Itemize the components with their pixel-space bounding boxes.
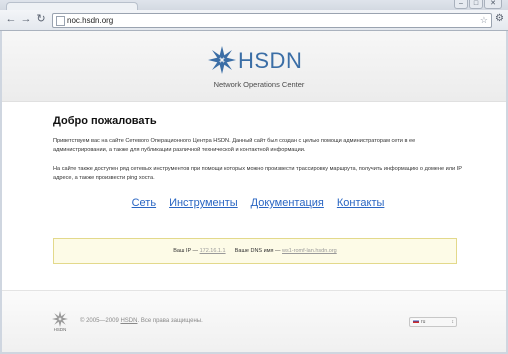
close-button[interactable]: ✕ bbox=[484, 0, 502, 9]
main-nav: Сеть Инструменты Документация Контакты bbox=[53, 197, 463, 209]
select-arrow-icon: ↕ bbox=[451, 319, 455, 325]
forward-arrow-icon[interactable]: → bbox=[19, 12, 33, 26]
copyright-org-link[interactable]: HSDN bbox=[120, 318, 137, 324]
window-controls: – □ ✕ bbox=[453, 0, 502, 9]
language-select[interactable]: ru ↕ bbox=[409, 317, 457, 327]
maximize-button[interactable]: □ bbox=[469, 0, 483, 9]
nav-link-contacts[interactable]: Контакты bbox=[337, 197, 385, 209]
page-title: Добро пожаловать bbox=[53, 115, 157, 127]
address-url[interactable]: noc.hsdn.org bbox=[67, 14, 113, 27]
nav-link-docs[interactable]: Документация bbox=[251, 197, 324, 209]
ip-label: Ваш IP — bbox=[173, 248, 199, 254]
site-tagline: Network Operations Center bbox=[213, 80, 305, 89]
wrench-menu-icon[interactable]: ⚙ bbox=[494, 12, 505, 26]
copyright-text: . Все права защищены. bbox=[137, 318, 203, 324]
site-logo[interactable]: HSDN Network Operations Center bbox=[208, 44, 308, 100]
address-bar[interactable]: noc.hsdn.org ☆ bbox=[52, 13, 492, 28]
brand-name: HSDN bbox=[238, 48, 303, 73]
page-viewport: HSDN Network Operations Center Добро пож… bbox=[2, 31, 506, 352]
dns-label: Ваше DNS имя — bbox=[234, 248, 281, 254]
browser-toolbar: ← → ↻ noc.hsdn.org ☆ bbox=[0, 10, 508, 31]
page-icon bbox=[56, 16, 65, 26]
back-arrow-icon[interactable]: ← bbox=[4, 12, 18, 26]
intro-paragraph: Приветствуем вас на сайте Сетевого Опера… bbox=[53, 138, 416, 153]
minimize-button[interactable]: – bbox=[454, 0, 468, 9]
client-info-box: Ваш IP — 172.16.1.1 Ваше DNS имя — ws1-r… bbox=[53, 238, 457, 264]
nav-link-tools[interactable]: Инструменты bbox=[169, 197, 238, 209]
bookmark-star-icon[interactable]: ☆ bbox=[480, 14, 488, 27]
browser-window: – □ ✕ ← → ↻ noc.hsdn.org ☆ ⚙ HSDN Networ… bbox=[0, 0, 508, 354]
reload-icon[interactable]: ↻ bbox=[34, 12, 48, 26]
dns-value[interactable]: ws1-romf-lan.hsdn.org bbox=[282, 248, 337, 254]
site-header: HSDN Network Operations Center bbox=[2, 31, 506, 102]
nav-link-network[interactable]: Сеть bbox=[132, 197, 156, 209]
ip-value[interactable]: 172.16.1.1 bbox=[200, 248, 226, 254]
copyright: © 2005—2009 HSDN. Все права защищены. bbox=[80, 318, 203, 324]
ru-flag-icon bbox=[413, 319, 419, 323]
tools-paragraph: На сайте также доступен ряд сетевых инст… bbox=[53, 166, 462, 181]
site-footer: HSDN © 2005—2009 HSDN. Все права защищен… bbox=[2, 290, 506, 352]
title-bar: – □ ✕ bbox=[0, 0, 508, 13]
hsdn-star-gray-icon bbox=[52, 311, 68, 327]
hsdn-star-icon bbox=[208, 46, 236, 74]
footer-logo: HSDN bbox=[51, 311, 69, 335]
main-content: Добро пожаловать Приветствуем вас на сай… bbox=[53, 115, 463, 209]
language-value: ru bbox=[421, 319, 426, 325]
footer-logo-text: HSDN bbox=[53, 327, 67, 332]
copyright-years: © 2005—2009 bbox=[80, 318, 119, 324]
